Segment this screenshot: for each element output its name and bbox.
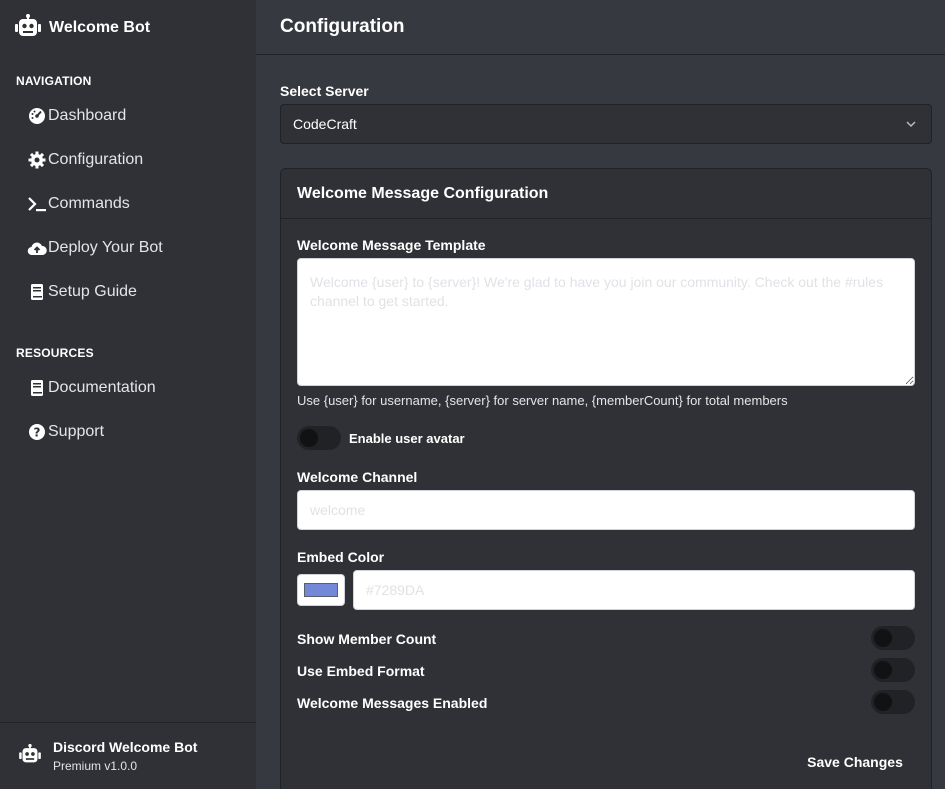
- channel-label: Welcome Channel: [297, 469, 418, 485]
- use-embed-label: Use Embed Format: [297, 663, 425, 679]
- use-embed-toggle[interactable]: [871, 658, 915, 682]
- sidebar-item-label: Documentation: [48, 379, 156, 396]
- footer-version: Premium v1.0.0: [53, 759, 138, 773]
- avatar-toggle-label: Enable user avatar: [349, 431, 465, 446]
- sidebar-item-setup-guide[interactable]: Setup Guide: [27, 280, 137, 304]
- brand-name: Welcome Bot: [49, 19, 151, 36]
- card-title: Welcome Message Configuration: [281, 169, 931, 219]
- server-select[interactable]: CodeCraft: [280, 104, 932, 144]
- sidebar-item-commands[interactable]: Commands: [27, 192, 130, 216]
- sidebar-item-configuration[interactable]: Configuration: [27, 148, 143, 172]
- template-hint: Use {user} for username, {server} for se…: [297, 393, 788, 408]
- show-member-count-toggle[interactable]: [871, 626, 915, 650]
- sidebar-item-documentation[interactable]: Documentation: [27, 376, 156, 400]
- book-icon: [27, 378, 47, 398]
- gauge-icon: [27, 106, 47, 126]
- show-member-count-label: Show Member Count: [297, 631, 437, 647]
- template-label: Welcome Message Template: [297, 237, 486, 253]
- toggle-knob: [874, 661, 892, 679]
- chevron-down-icon: [905, 117, 917, 133]
- sidebar-footer: Discord Welcome Bot Premium v1.0.0: [0, 722, 256, 789]
- sidebar-item-label: Deploy Your Bot: [48, 239, 163, 256]
- book-icon: [27, 282, 47, 302]
- robot-icon: [19, 743, 41, 769]
- toggle-knob: [874, 629, 892, 647]
- sidebar-item-support[interactable]: ? Support: [27, 420, 104, 444]
- server-select-value: CodeCraft: [293, 116, 357, 132]
- sidebar-item-label: Support: [48, 423, 105, 440]
- navigation-heading: NAVIGATION: [16, 74, 92, 88]
- sidebar: Welcome Bot NAVIGATION Dashboard Configu…: [0, 0, 256, 789]
- resources-heading: RESOURCES: [16, 346, 94, 360]
- sidebar-item-label: Configuration: [48, 151, 144, 168]
- cloud-upload-icon: [27, 238, 47, 258]
- robot-icon: [15, 13, 41, 43]
- welcome-template-textarea[interactable]: [297, 258, 915, 386]
- sidebar-item-deploy[interactable]: Deploy Your Bot: [27, 236, 163, 260]
- svg-text:?: ?: [34, 426, 41, 440]
- footer-bot-name: Discord Welcome Bot: [53, 739, 198, 755]
- terminal-icon: [27, 194, 47, 214]
- brand[interactable]: Welcome Bot: [0, 0, 256, 56]
- embed-color-label: Embed Color: [297, 549, 385, 565]
- embed-color-input[interactable]: [353, 570, 915, 610]
- page-title: Configuration: [256, 0, 945, 55]
- welcome-enabled-toggle[interactable]: [871, 690, 915, 714]
- color-swatch: [304, 583, 338, 597]
- sidebar-item-label: Setup Guide: [48, 283, 137, 300]
- toggle-knob: [300, 429, 318, 447]
- sidebar-item-label: Dashboard: [48, 107, 127, 124]
- toggle-knob: [874, 693, 892, 711]
- save-button[interactable]: Save Changes: [796, 744, 914, 780]
- channel-input[interactable]: [297, 490, 915, 530]
- avatar-toggle[interactable]: [297, 426, 341, 450]
- enabled-label: Welcome Messages Enabled: [297, 695, 488, 711]
- question-circle-icon: ?: [27, 422, 47, 442]
- select-server-label: Select Server: [280, 83, 369, 99]
- color-picker-button[interactable]: [297, 574, 345, 606]
- sidebar-item-label: Commands: [48, 195, 130, 212]
- gear-icon: [27, 150, 47, 170]
- sidebar-item-dashboard[interactable]: Dashboard: [27, 104, 126, 128]
